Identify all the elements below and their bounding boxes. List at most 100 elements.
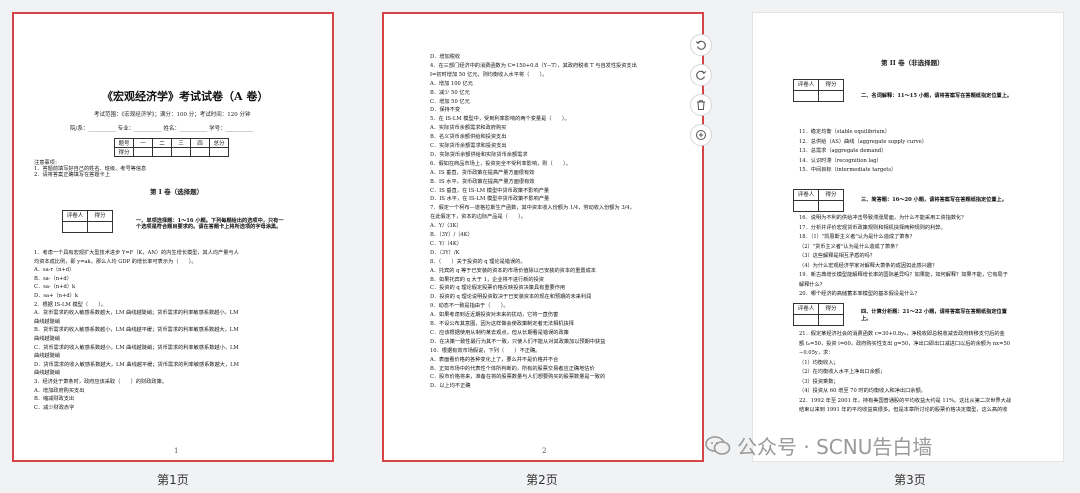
- rotate-left-button[interactable]: [690, 34, 712, 56]
- text-line: B．减少 50 亿元: [430, 89, 470, 96]
- score-cell: [209, 147, 229, 157]
- score-cell: [819, 201, 843, 211]
- text-line: 均资本成比例，即 y=ak，那么人均 GDP 的增长率可表示为（ ）。: [34, 258, 197, 265]
- question-item: 17．分析并评价宏观货币政策规则和相机抉择两种规则的利弊。: [799, 224, 946, 231]
- text-line: 在此假定下，资本的边际产品是（ ）。: [430, 214, 526, 221]
- text-line: 曲线越陡峭: [34, 336, 60, 342]
- text-line: D．以上均不正确: [430, 383, 471, 390]
- wechat-icon: [705, 435, 731, 455]
- page-thumbnail-3[interactable]: 第 II 卷（非选择题） 评卷人 得分 二、名词解释：11～15 小题，请将答案写在…: [752, 12, 1064, 462]
- text-line: A．托宾的 q 等于已安装的资本的市场价值除以已安装的资本的重置成本: [430, 267, 596, 274]
- text-line: A．IS 垂直，货币政策在提高产量方面很有效: [430, 169, 535, 176]
- text-line: D．（3Y）/K: [430, 249, 460, 256]
- page-toolbar: [690, 34, 716, 154]
- question-item: 21．假定某经济社会的消费函数 c=30+0.8y₀，净税收即总税收减去政府转移…: [799, 331, 1005, 337]
- grader-box: 评卷人 得分: [793, 303, 844, 326]
- score-cell: 题号: [114, 138, 134, 148]
- delete-page-button[interactable]: [690, 94, 712, 116]
- question-item: 16．说明为不利的供给冲击导致滞涨局面，为什么不能采用工资指数化？: [799, 215, 967, 221]
- score-label: 得分: [94, 213, 106, 219]
- grader-cell: [794, 315, 819, 325]
- question-item: （2）"货币主义者"认为是什么造成了萧条？: [799, 243, 901, 250]
- student-info: 院/系：__________ 专业：__________ 姓名：________…: [70, 126, 254, 132]
- text-line: D．sa+（n+d）k: [34, 293, 78, 299]
- section-heading: 四、计算分析题：21～22 小题，请将答案写在答题纸指定位置: [861, 309, 1007, 315]
- watermark: 公众号 · SCNU告白墙: [705, 431, 932, 460]
- text-line: C．sa-（n+d）k: [34, 284, 76, 291]
- score-cell: [819, 91, 843, 101]
- grader-box: 评卷人 得分: [793, 79, 844, 102]
- score-cell: 一: [133, 138, 153, 148]
- text-line: A．增加政府购买支出: [34, 387, 85, 394]
- text-line: D．增加税收: [430, 54, 461, 60]
- text-line: 5．在 IS-LM 模型中，受到利率影响的两个变量是（ ）。: [430, 116, 570, 123]
- score-table: 题号 一 二 三 四 总分 得分: [114, 138, 229, 157]
- text-line: C．应该根据使用从制约某去观点，但从长期看是错误的政策: [430, 329, 569, 336]
- text-line: 8．（ ）关于投资的 q 理论是错误的。: [430, 258, 526, 265]
- text-line: B．不设公布其意图，因为这样做会使政策制定者无法相机抉择: [430, 321, 574, 327]
- question-item: 结束以来到 1991 年的平均收益高很多。但是本章所讨论的股票价格决定模型，这么…: [799, 407, 1008, 413]
- page-thumbnail-1[interactable]: 《宏观经济学》考试试卷（A 卷） 考试范围：《宏观经济学》；满分：100 分；考…: [12, 12, 334, 462]
- question-item: 22．1992 年至 2001 年，持有美国普通股的平均收益大约是 11%。这比…: [799, 397, 1011, 404]
- text-line: 9．动态不一致是指由于（ ）。: [430, 303, 509, 310]
- question-item: 18．（1）"凯恩斯主义者"认为是什么造成了萧条？: [799, 234, 915, 240]
- text-line: D．货币需求的收入敏感系数越大，LM 曲线越平缓；货币需求的利率敏感系数越大，L…: [34, 361, 239, 368]
- score-cell: [152, 147, 172, 157]
- question-item: （4）为什么宏观经济学家对解释大萧条的成因如此感兴趣？: [799, 262, 938, 269]
- text-line: B．IS 水平，货币政策在提高产量方面很有效: [430, 178, 535, 185]
- section-heading: 三、简答题：16～20 小题，请将答案写在答题纸指定位置上。: [861, 197, 1007, 203]
- text-line: A．sa-r（n+d）: [34, 267, 75, 274]
- text-line: 3．经济处于萧条时，政府应该采取（ ）的财政政策。: [34, 379, 167, 385]
- trash-icon: [697, 100, 705, 110]
- grader-box: 评卷人 得分: [62, 210, 113, 233]
- note-line: 2．请将答案正确填写在答题卡上: [34, 172, 110, 178]
- grader-label: 评卷人: [794, 304, 819, 314]
- score-cell: 三: [171, 138, 191, 148]
- text-line: D．保持不变: [430, 107, 461, 114]
- question-item: 13．总需求（aggregate demand）: [799, 148, 887, 154]
- text-line: B．缩减财政支出: [34, 396, 75, 403]
- grader-cell: [63, 222, 88, 232]
- text-line: D．在决策一致性最行为其不一致，只使人们不能从对其政策加以预期中获益: [430, 338, 606, 345]
- page-caption-2: 第2页: [526, 473, 558, 487]
- text-line: D．实际货币余额供给和实际货币余额需求: [430, 151, 528, 158]
- score-cell: [88, 222, 112, 232]
- score-label: 得分: [825, 82, 837, 88]
- exam-title: 《宏观经济学》考试试卷（A 卷）: [102, 90, 269, 103]
- question-item: −0.05y，求：: [799, 350, 834, 356]
- question-item: 15．中间目标（intermediate targets）: [799, 167, 897, 173]
- text-line: 曲线越陡峭: [34, 318, 60, 325]
- text-line: A．货币需求的收入敏感系数越大，LM 曲线越陡峭；货币需求的利率敏感系数越小，L…: [34, 310, 239, 317]
- text-line: A．如果考虑到近近期投资对未来的扰动，它将一直伤害: [430, 312, 559, 319]
- text-line: B．货币需求的收入敏感系数越小，LM 曲线越平缓；货币需求的利率敏感系数越大，L…: [34, 327, 239, 334]
- text-line: 1．考虑一个具有宏观扩大型技术进步 Y=F（K，AN）的内生增长模型，其人均产量…: [34, 250, 239, 256]
- text-line: C．IS 垂直，在 IS-LM 模型中货币政策不影响产量: [430, 187, 550, 194]
- text-line: C．投资的 q 理论假定股票价格反映投资决策具有重要作用: [430, 285, 566, 292]
- text-line: C．货币需求的收入敏感系数越小，LM 曲线越陡峭；货币需求的利率敏感系数越小，L…: [34, 344, 239, 351]
- section-title: 第 I 卷（选择题）: [150, 188, 204, 196]
- question-item: 额 t₀=50，投资 i=60，政府购买性支出 g=50，净出口即出口减进口以后…: [799, 340, 1011, 347]
- score-cell: 二: [152, 138, 172, 148]
- score-cell: [171, 147, 191, 157]
- page-thumbnail-2[interactable]: D．增加税收 4．在三部门经济中的消费函数为 C=150+0.8（Y−T），其政府…: [382, 12, 704, 462]
- question-item: （4）投资从 60 增至 70 时的均衡收入和净出口余额。: [799, 388, 926, 394]
- score-cell: 总分: [209, 138, 229, 148]
- rotate-right-button[interactable]: [690, 64, 712, 86]
- question-item: 19．新古典增长模型能解释增长率的国际差异吗？如果能，如何解释？如果不能，它有局…: [799, 272, 1008, 278]
- score-cell: 四: [190, 138, 210, 148]
- text-line: B．名义货币余额供给和投资支出: [430, 134, 507, 141]
- score-cell: 得分: [114, 147, 134, 157]
- text-line: A．增加 100 亿元: [430, 80, 473, 87]
- section-instructions: 个选项是符合题目要求的。请在答题卡上将所选项的字母涂黑。: [136, 224, 282, 230]
- text-line: I=初时增加 50 亿元，则均衡收入水平将（ ）。: [430, 71, 548, 78]
- text-line: B．如果托宾的 q 大于 1，企业将不进行新的投资: [430, 276, 544, 283]
- add-page-button[interactable]: [690, 124, 712, 146]
- section-title: 第 II 卷（非选择题）: [881, 59, 944, 67]
- grader-label: 评卷人: [63, 211, 88, 221]
- text-line: 曲线越陡峭: [34, 353, 60, 360]
- score-cell: [190, 147, 210, 157]
- text-line: 6．假如在商品市场上，投资完全不受利率影响，则（ ）。: [430, 160, 571, 167]
- score-cell: [133, 147, 153, 157]
- grader-cell: [794, 91, 819, 101]
- text-line: D．IS 水平，在 IS-LM 模型中货币政策不影响产量: [430, 196, 550, 203]
